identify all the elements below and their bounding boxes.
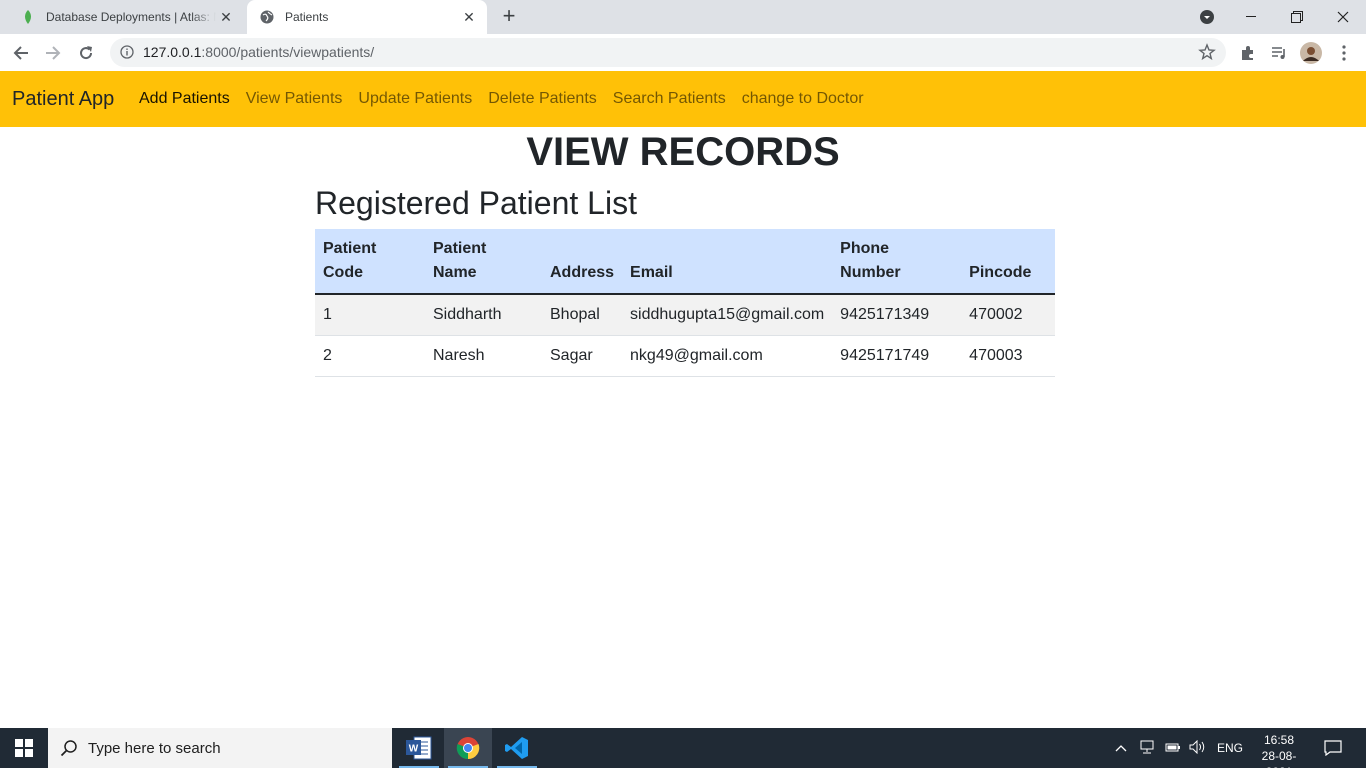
col-header-pincode: Pincode (961, 229, 1055, 295)
extensions-puzzle-icon[interactable] (1235, 40, 1261, 66)
svg-text:W: W (409, 744, 419, 755)
taskbar-clock[interactable]: 16:58 28-08-2021 (1254, 732, 1304, 780)
battery-icon[interactable] (1165, 741, 1181, 756)
cell-phone-number: 9425171349 (832, 294, 962, 336)
back-arrow-icon[interactable] (8, 40, 34, 66)
cell-email: nkg49@gmail.com (622, 335, 833, 377)
start-button[interactable] (0, 728, 48, 768)
url-path: :8000/patients/viewpatients/ (201, 44, 375, 60)
system-tray: ENG (1115, 728, 1243, 768)
col-header-phone-number: Phone Number (832, 229, 962, 295)
chrome-app-icon[interactable] (444, 728, 492, 768)
url-host: 127.0.0.1 (143, 44, 202, 60)
tab-search-icon[interactable] (1195, 0, 1219, 34)
close-tab-icon[interactable]: ✕ (459, 7, 479, 27)
word-app-icon[interactable]: W (395, 728, 443, 768)
restore-button[interactable] (1274, 0, 1320, 34)
chevron-up-icon[interactable] (1115, 741, 1129, 755)
tab-database-deployments[interactable]: Database Deployments | Atlas: M ✕ (8, 0, 244, 34)
windows-taskbar: Type here to search W ENG 16:58 28-08-20… (0, 728, 1366, 779)
cell-pincode: 470002 (961, 294, 1055, 336)
site-info-icon[interactable] (120, 45, 134, 59)
tab-title: Database Deployments | Atlas: M (46, 10, 216, 24)
col-header-address: Address (542, 229, 623, 295)
navbar-links: Add Patients View Patients Update Patien… (139, 90, 880, 108)
windows-logo-icon (15, 739, 33, 757)
cell-address: Bhopal (542, 294, 623, 336)
media-queue-icon[interactable] (1266, 40, 1292, 66)
nav-add-patients[interactable]: Add Patients (139, 90, 230, 108)
col-header-patient-code: Patient Code (315, 229, 425, 295)
section-title: Registered Patient List (315, 185, 637, 221)
page-title: VIEW RECORDS (526, 130, 840, 174)
close-tab-icon[interactable]: ✕ (216, 7, 236, 27)
bookmark-star-icon[interactable] (1198, 43, 1216, 61)
nav-update-patients[interactable]: Update Patients (358, 90, 472, 108)
nav-view-patients[interactable]: View Patients (246, 90, 343, 108)
cell-patient-code: 2 (315, 335, 425, 377)
volume-icon[interactable] (1189, 739, 1207, 757)
address-bar[interactable]: 127.0.0.1:8000/patients/viewpatients/ (110, 38, 1226, 67)
language-indicator[interactable]: ENG (1217, 741, 1243, 755)
table-row: 1 Siddharth Bhopal siddhugupta15@gmail.c… (315, 294, 1055, 336)
table-header-row: Patient Code Patient Name Address Email … (315, 229, 1055, 295)
patient-table: Patient Code Patient Name Address Email … (315, 229, 1055, 377)
cell-patient-code: 1 (315, 294, 425, 336)
app-navbar: Patient App Add Patients View Patients U… (0, 71, 1366, 127)
notifications-icon[interactable] (1322, 728, 1344, 768)
col-header-patient-name: Patient Name (425, 229, 542, 295)
taskbar-search-box[interactable]: Type here to search (48, 728, 392, 768)
new-tab-button[interactable]: + (498, 5, 520, 28)
tab-patients[interactable]: Patients ✕ (247, 0, 487, 34)
col-header-email: Email (622, 229, 833, 295)
browser-toolbar: 127.0.0.1:8000/patients/viewpatients/ (0, 34, 1366, 72)
cell-phone-number: 9425171749 (832, 335, 962, 377)
search-placeholder: Type here to search (88, 739, 221, 757)
reload-icon[interactable] (73, 40, 99, 66)
nav-search-patients[interactable]: Search Patients (613, 90, 726, 108)
table-row: 2 Naresh Sagar nkg49@gmail.com 942517174… (315, 335, 1055, 377)
cell-pincode: 470003 (961, 335, 1055, 377)
network-icon[interactable] (1139, 740, 1155, 757)
cell-patient-name: Siddharth (425, 294, 542, 336)
close-window-button[interactable] (1320, 0, 1366, 34)
nav-change-to-doctor[interactable]: change to Doctor (742, 90, 864, 108)
vscode-app-icon[interactable] (493, 728, 541, 768)
tab-title: Patients (285, 10, 329, 24)
cell-patient-name: Naresh (425, 335, 542, 377)
profile-avatar[interactable] (1298, 40, 1324, 66)
browser-tab-strip: Database Deployments | Atlas: M ✕ Patien… (0, 0, 1366, 34)
cell-address: Sagar (542, 335, 623, 377)
search-icon (60, 739, 78, 757)
cell-email: siddhugupta15@gmail.com (622, 294, 833, 336)
browser-menu-icon[interactable] (1331, 40, 1357, 66)
globe-icon (259, 9, 275, 25)
nav-delete-patients[interactable]: Delete Patients (488, 90, 597, 108)
url-text: 127.0.0.1:8000/patients/viewpatients/ (143, 44, 374, 60)
forward-arrow-icon[interactable] (40, 40, 66, 66)
navbar-brand[interactable]: Patient App (12, 88, 114, 111)
minimize-button[interactable] (1228, 0, 1274, 34)
mongodb-leaf-icon (20, 9, 36, 25)
clock-time: 16:58 (1263, 733, 1295, 747)
clock-date: 28-08-2021 (1261, 749, 1297, 779)
